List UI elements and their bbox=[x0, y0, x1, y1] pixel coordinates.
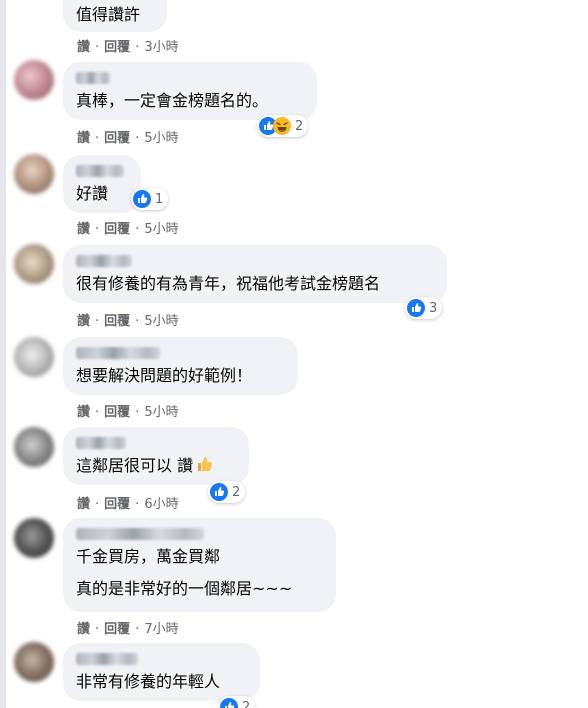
separator-dot: · bbox=[95, 405, 100, 420]
comment-text: 這鄰居很可以 讚 bbox=[76, 455, 237, 477]
separator-dot: · bbox=[95, 40, 100, 55]
reaction-summary[interactable]: 2 bbox=[257, 115, 309, 137]
reply-link[interactable]: 回覆 bbox=[104, 622, 130, 637]
like-link[interactable]: 讚 bbox=[77, 131, 90, 146]
reaction-summary[interactable]: 2 bbox=[218, 696, 256, 708]
comment-actions: 讚 · 回覆 · 6小時 bbox=[77, 493, 179, 512]
comment-text: 真的是非常好的一個鄰居~~~ bbox=[76, 579, 293, 598]
like-link[interactable]: 讚 bbox=[77, 405, 90, 420]
comment-bubble: 想要解決問題的好範例！ bbox=[63, 337, 298, 395]
separator-dot: · bbox=[95, 131, 100, 146]
thread-left-divider bbox=[0, 0, 6, 708]
commenter-name-blurred[interactable] bbox=[76, 437, 126, 449]
timestamp[interactable]: 5小時 bbox=[144, 131, 178, 146]
reaction-count: 3 bbox=[429, 300, 438, 316]
commenter-avatar[interactable] bbox=[14, 518, 54, 558]
comment-bubble: 非常有修養的年輕人 bbox=[63, 643, 260, 701]
like-link[interactable]: 讚 bbox=[77, 314, 90, 329]
comment-bubble: 值得讚許 bbox=[63, 0, 167, 32]
like-link[interactable]: 讚 bbox=[77, 40, 90, 55]
like-icon bbox=[210, 483, 228, 501]
commenter-avatar[interactable] bbox=[14, 337, 54, 377]
timestamp[interactable]: 5小時 bbox=[144, 222, 178, 237]
comment-text: 值得讚許 bbox=[76, 5, 141, 24]
reply-link[interactable]: 回覆 bbox=[104, 40, 130, 55]
like-icon bbox=[407, 299, 425, 317]
reply-link[interactable]: 回覆 bbox=[104, 131, 130, 146]
like-link[interactable]: 讚 bbox=[77, 222, 90, 237]
timestamp[interactable]: 5小時 bbox=[144, 314, 178, 329]
comment-text-body: 這鄰居很可以 讚 bbox=[76, 456, 194, 475]
comment-bubble: 真棒，一定會金榜題名的。 bbox=[63, 62, 317, 120]
commenter-name-blurred[interactable] bbox=[76, 165, 124, 177]
comment-bubble: 這鄰居很可以 讚 bbox=[63, 427, 249, 485]
separator-dot: · bbox=[135, 314, 140, 329]
like-icon bbox=[220, 698, 238, 708]
comment-thread: 值得讚許 讚 · 回覆 · 3小時 真棒，一定會金榜題名的。 2 讚 · 回覆 … bbox=[0, 0, 588, 708]
like-icon bbox=[133, 190, 151, 208]
reply-link[interactable]: 回覆 bbox=[104, 497, 130, 512]
separator-dot: · bbox=[135, 497, 140, 512]
comment-actions: 讚 · 回覆 · 5小時 bbox=[77, 127, 179, 146]
separator-dot: · bbox=[135, 131, 140, 146]
comment-actions: 讚 · 回覆 · 5小時 bbox=[77, 218, 179, 237]
separator-dot: · bbox=[135, 40, 140, 55]
haha-icon bbox=[273, 117, 291, 135]
comment-bubble: 千金買房，萬金買鄰 真的是非常好的一個鄰居~~~ bbox=[63, 518, 336, 612]
reply-link[interactable]: 回覆 bbox=[104, 314, 130, 329]
separator-dot: · bbox=[95, 222, 100, 237]
separator-dot: · bbox=[95, 497, 100, 512]
comment-actions: 讚 · 回覆 · 5小時 bbox=[77, 401, 179, 420]
reply-link[interactable]: 回覆 bbox=[104, 222, 130, 237]
like-link[interactable]: 讚 bbox=[77, 497, 90, 512]
commenter-name-blurred[interactable] bbox=[76, 72, 110, 84]
commenter-avatar[interactable] bbox=[14, 642, 54, 682]
separator-dot: · bbox=[135, 405, 140, 420]
commenter-avatar[interactable] bbox=[14, 60, 54, 100]
commenter-name-blurred[interactable] bbox=[76, 347, 160, 359]
comment-text: 千金買房，萬金買鄰 bbox=[76, 547, 221, 566]
comment-text: 好讚 bbox=[76, 184, 109, 203]
comment-text: 很有修養的有為青年，祝福他考試金榜題名 bbox=[76, 274, 381, 293]
commenter-name-blurred[interactable] bbox=[76, 653, 138, 665]
reaction-count: 2 bbox=[242, 699, 251, 708]
reaction-summary[interactable]: 3 bbox=[405, 297, 443, 319]
comment-actions: 讚 · 回覆 · 5小時 bbox=[77, 310, 179, 329]
timestamp[interactable]: 6小時 bbox=[144, 497, 178, 512]
comment-text: 真棒，一定會金榜題名的。 bbox=[76, 91, 269, 110]
comment-bubble: 好讚 bbox=[63, 155, 141, 213]
comment-text: 非常有修養的年輕人 bbox=[76, 672, 221, 691]
separator-dot: · bbox=[95, 314, 100, 329]
timestamp[interactable]: 5小時 bbox=[144, 405, 178, 420]
reaction-count: 2 bbox=[232, 484, 241, 500]
commenter-name-blurred[interactable] bbox=[76, 528, 204, 540]
reaction-count: 1 bbox=[155, 191, 164, 207]
timestamp[interactable]: 3小時 bbox=[144, 40, 178, 55]
commenter-name-blurred[interactable] bbox=[76, 255, 132, 267]
reply-link[interactable]: 回覆 bbox=[104, 405, 130, 420]
commenter-avatar[interactable] bbox=[14, 244, 54, 284]
timestamp[interactable]: 7小時 bbox=[144, 622, 178, 637]
reaction-summary[interactable]: 2 bbox=[208, 481, 246, 503]
comment-text: 想要解決問題的好範例！ bbox=[76, 366, 253, 385]
separator-dot: · bbox=[95, 622, 100, 637]
comment-bubble: 很有修養的有為青年，祝福他考試金榜題名 bbox=[63, 245, 447, 303]
commenter-avatar[interactable] bbox=[14, 427, 54, 467]
comment-actions: 讚 · 回覆 · 3小時 bbox=[77, 36, 179, 55]
thumbs-up-emoji-icon bbox=[198, 457, 212, 471]
commenter-avatar[interactable] bbox=[14, 154, 54, 194]
separator-dot: · bbox=[135, 622, 140, 637]
comment-actions: 讚 · 回覆 · 7小時 bbox=[77, 618, 179, 637]
reaction-summary[interactable]: 1 bbox=[131, 188, 169, 210]
separator-dot: · bbox=[135, 222, 140, 237]
like-link[interactable]: 讚 bbox=[77, 622, 90, 637]
reaction-count: 2 bbox=[295, 118, 304, 134]
